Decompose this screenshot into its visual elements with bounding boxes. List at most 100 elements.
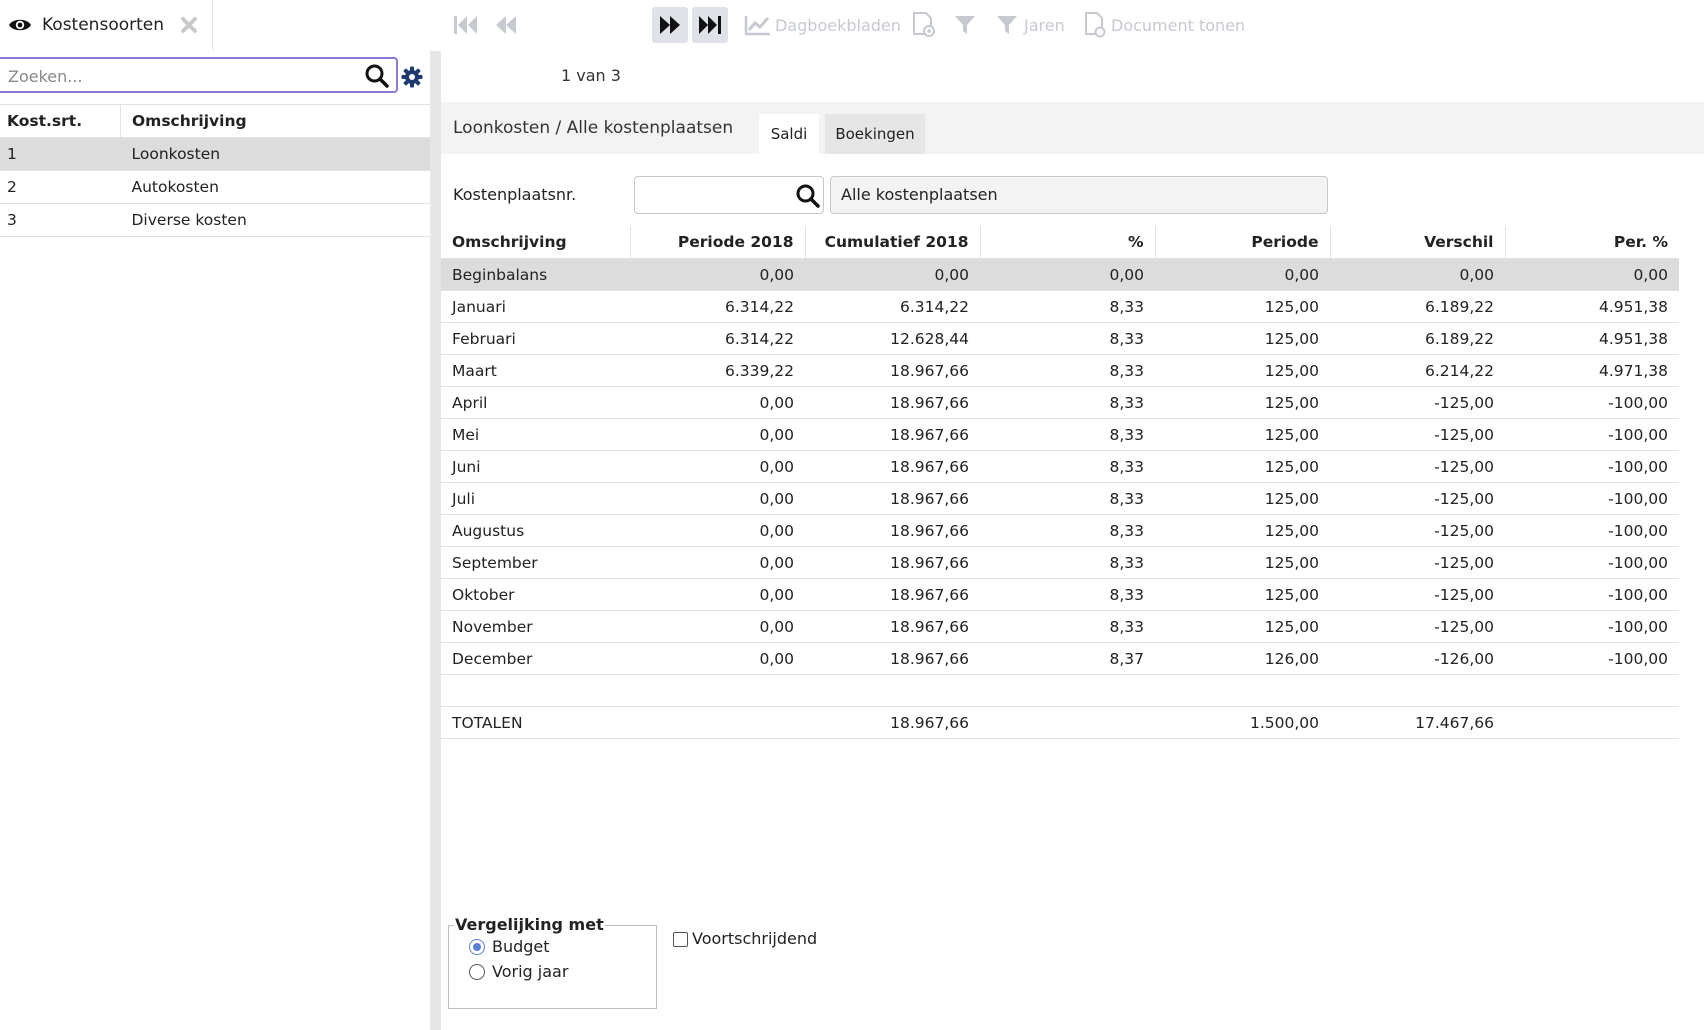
filter-icon[interactable] (954, 7, 978, 43)
jaren-button[interactable]: Jaren (996, 7, 1065, 43)
last-page-icon[interactable] (692, 7, 728, 43)
table-row[interactable]: December 0,00 18.967,66 8,37 126,00 -126,00 -1… (441, 642, 1679, 675)
table-cell (980, 674, 1155, 707)
table-cell: 0,00 (630, 578, 805, 611)
table-cell (630, 674, 805, 707)
table-cell: 18.967,66 (805, 546, 980, 579)
table-cell: 8,33 (980, 450, 1155, 483)
table-cell: 6.314,22 (805, 290, 980, 323)
search-icon[interactable] (795, 183, 821, 209)
table-row[interactable]: Februari 6.314,22 12.628,44 8,33 125,00 6.189… (441, 322, 1679, 355)
table-row[interactable]: November 0,00 18.967,66 8,33 125,00 -125,00 -1… (441, 610, 1679, 643)
table-cell: Augustus (441, 514, 630, 547)
table-cell: 4.951,38 (1505, 290, 1679, 323)
table-row[interactable] (441, 674, 1679, 707)
column-header[interactable]: Periode (1154, 226, 1330, 259)
next-page-icon[interactable] (652, 7, 688, 43)
dagboekbladen-button[interactable]: Dagboekbladen (744, 7, 901, 43)
table-cell: 8,33 (980, 514, 1155, 547)
table-cell: 8,33 (980, 610, 1155, 643)
column-header[interactable]: % (979, 226, 1155, 259)
table-cell: 6.189,22 (1330, 322, 1505, 355)
column-header[interactable]: Cumulatief 2018 (804, 226, 980, 259)
table-cell: 6.214,22 (1330, 354, 1505, 387)
tab-boekingen[interactable]: Boekingen (825, 114, 925, 154)
table-row[interactable]: TOTALEN 18.967,66 1.500,00 17.467,66 (441, 706, 1679, 739)
table-cell: 125,00 (1155, 418, 1330, 451)
search-icon[interactable] (364, 63, 390, 89)
table-row[interactable]: Januari 6.314,22 6.314,22 8,33 125,00 6.189,2… (441, 290, 1679, 323)
document-preview-icon[interactable] (911, 7, 939, 43)
table-cell: -125,00 (1330, 514, 1505, 547)
table-cell: 0,00 (805, 258, 980, 291)
table-cell: 18.967,66 (805, 642, 980, 675)
close-icon[interactable] (180, 16, 198, 34)
column-header[interactable]: Omschrijving (120, 104, 430, 138)
table-cell: 6.339,22 (630, 354, 805, 387)
tab-kostensoorten[interactable]: Kostensoorten (0, 0, 213, 51)
list-header: Kost.srt. Omschrijving (0, 104, 430, 138)
column-header[interactable]: Kost.srt. (0, 104, 121, 138)
table-body: Beginbalans 0,00 0,00 0,00 0,00 0,00 0,00 Janua… (441, 258, 1679, 739)
eye-icon (8, 13, 32, 37)
table-row[interactable]: September 0,00 18.967,66 8,33 125,00 -125,00-… (441, 546, 1679, 579)
previous-page-icon[interactable] (494, 7, 520, 43)
column-header[interactable]: Omschrijving (441, 226, 630, 259)
table-cell (1330, 674, 1505, 707)
pager-text: 1 van 3 (561, 66, 621, 85)
table-row[interactable]: April 0,00 18.967,66 8,33 125,00 -125,00 -100,… (441, 386, 1679, 419)
table-cell: 18.967,66 (805, 610, 980, 643)
table-row[interactable]: Mei 0,00 18.967,66 8,33 125,00 -125,00 -100,00 (441, 418, 1679, 451)
jaren-label: Jaren (1024, 15, 1065, 35)
table-cell (980, 706, 1155, 739)
list-item[interactable]: 3 Diverse kosten (0, 203, 430, 237)
voortschrijdend-label[interactable]: Voortschrijdend (692, 929, 817, 948)
chart-icon (744, 14, 772, 36)
table-cell: 0,00 (630, 450, 805, 483)
column-header[interactable]: Periode 2018 (629, 226, 805, 259)
table-cell: -125,00 (1330, 386, 1505, 419)
table-row[interactable]: Juni 0,00 18.967,66 8,33 125,00 -125,00 -100,0… (441, 450, 1679, 483)
table-cell: 18.967,66 (805, 418, 980, 451)
radio-vorig-jaar[interactable] (469, 964, 485, 980)
tab-saldi[interactable]: Saldi (759, 114, 819, 154)
table-cell: -100,00 (1505, 418, 1679, 451)
table-row[interactable]: Oktober 0,00 18.967,66 8,33 125,00 -125,00 -10… (441, 578, 1679, 611)
search-input[interactable] (6, 63, 360, 89)
table-cell: -125,00 (1330, 610, 1505, 643)
document-tonen-button[interactable]: Document tonen (1083, 7, 1245, 43)
table-row[interactable]: Juli 0,00 18.967,66 8,33 125,00 -125,00 -100,0… (441, 482, 1679, 515)
list-item[interactable]: 1 Loonkosten (0, 137, 430, 171)
table-cell: 125,00 (1155, 482, 1330, 515)
table-cell: 18.967,66 (805, 578, 980, 611)
voortschrijdend-checkbox[interactable] (673, 932, 688, 947)
cost-type-description: Diverse kosten (120, 203, 430, 237)
table-cell: 18.967,66 (805, 514, 980, 547)
table-cell: 17.467,66 (1330, 706, 1505, 739)
table-row[interactable]: Augustus 0,00 18.967,66 8,33 125,00 -125,00 -1… (441, 514, 1679, 547)
table-row[interactable]: Beginbalans 0,00 0,00 0,00 0,00 0,00 0,00 (441, 258, 1679, 291)
search-box (0, 57, 398, 93)
table-cell: -100,00 (1505, 578, 1679, 611)
panel-splitter[interactable] (430, 51, 441, 1030)
column-header[interactable]: Per. % (1504, 226, 1679, 259)
table-cell: -100,00 (1505, 514, 1679, 547)
table-cell: 8,33 (980, 546, 1155, 579)
gear-icon[interactable] (401, 66, 423, 88)
table-cell: 0,00 (630, 258, 805, 291)
list-item[interactable]: 2 Autokosten (0, 170, 430, 204)
table-cell: December (441, 642, 630, 675)
column-header[interactable]: Verschil (1329, 226, 1505, 259)
table-cell: 0,00 (630, 514, 805, 547)
table-cell: 8,33 (980, 354, 1155, 387)
table-row[interactable]: Maart 6.339,22 18.967,66 8,33 125,00 6.214,22… (441, 354, 1679, 387)
radio-budget-label[interactable]: Budget (492, 937, 550, 956)
radio-vorig-jaar-label[interactable]: Vorig jaar (492, 962, 568, 981)
kostenplaats-field[interactable] (634, 176, 824, 214)
first-page-icon[interactable] (453, 7, 481, 43)
table-cell: Juni (441, 450, 630, 483)
radio-budget[interactable] (469, 939, 485, 955)
table-cell: Februari (441, 322, 630, 355)
table-cell (630, 706, 805, 739)
table-cell: Beginbalans (441, 258, 630, 291)
